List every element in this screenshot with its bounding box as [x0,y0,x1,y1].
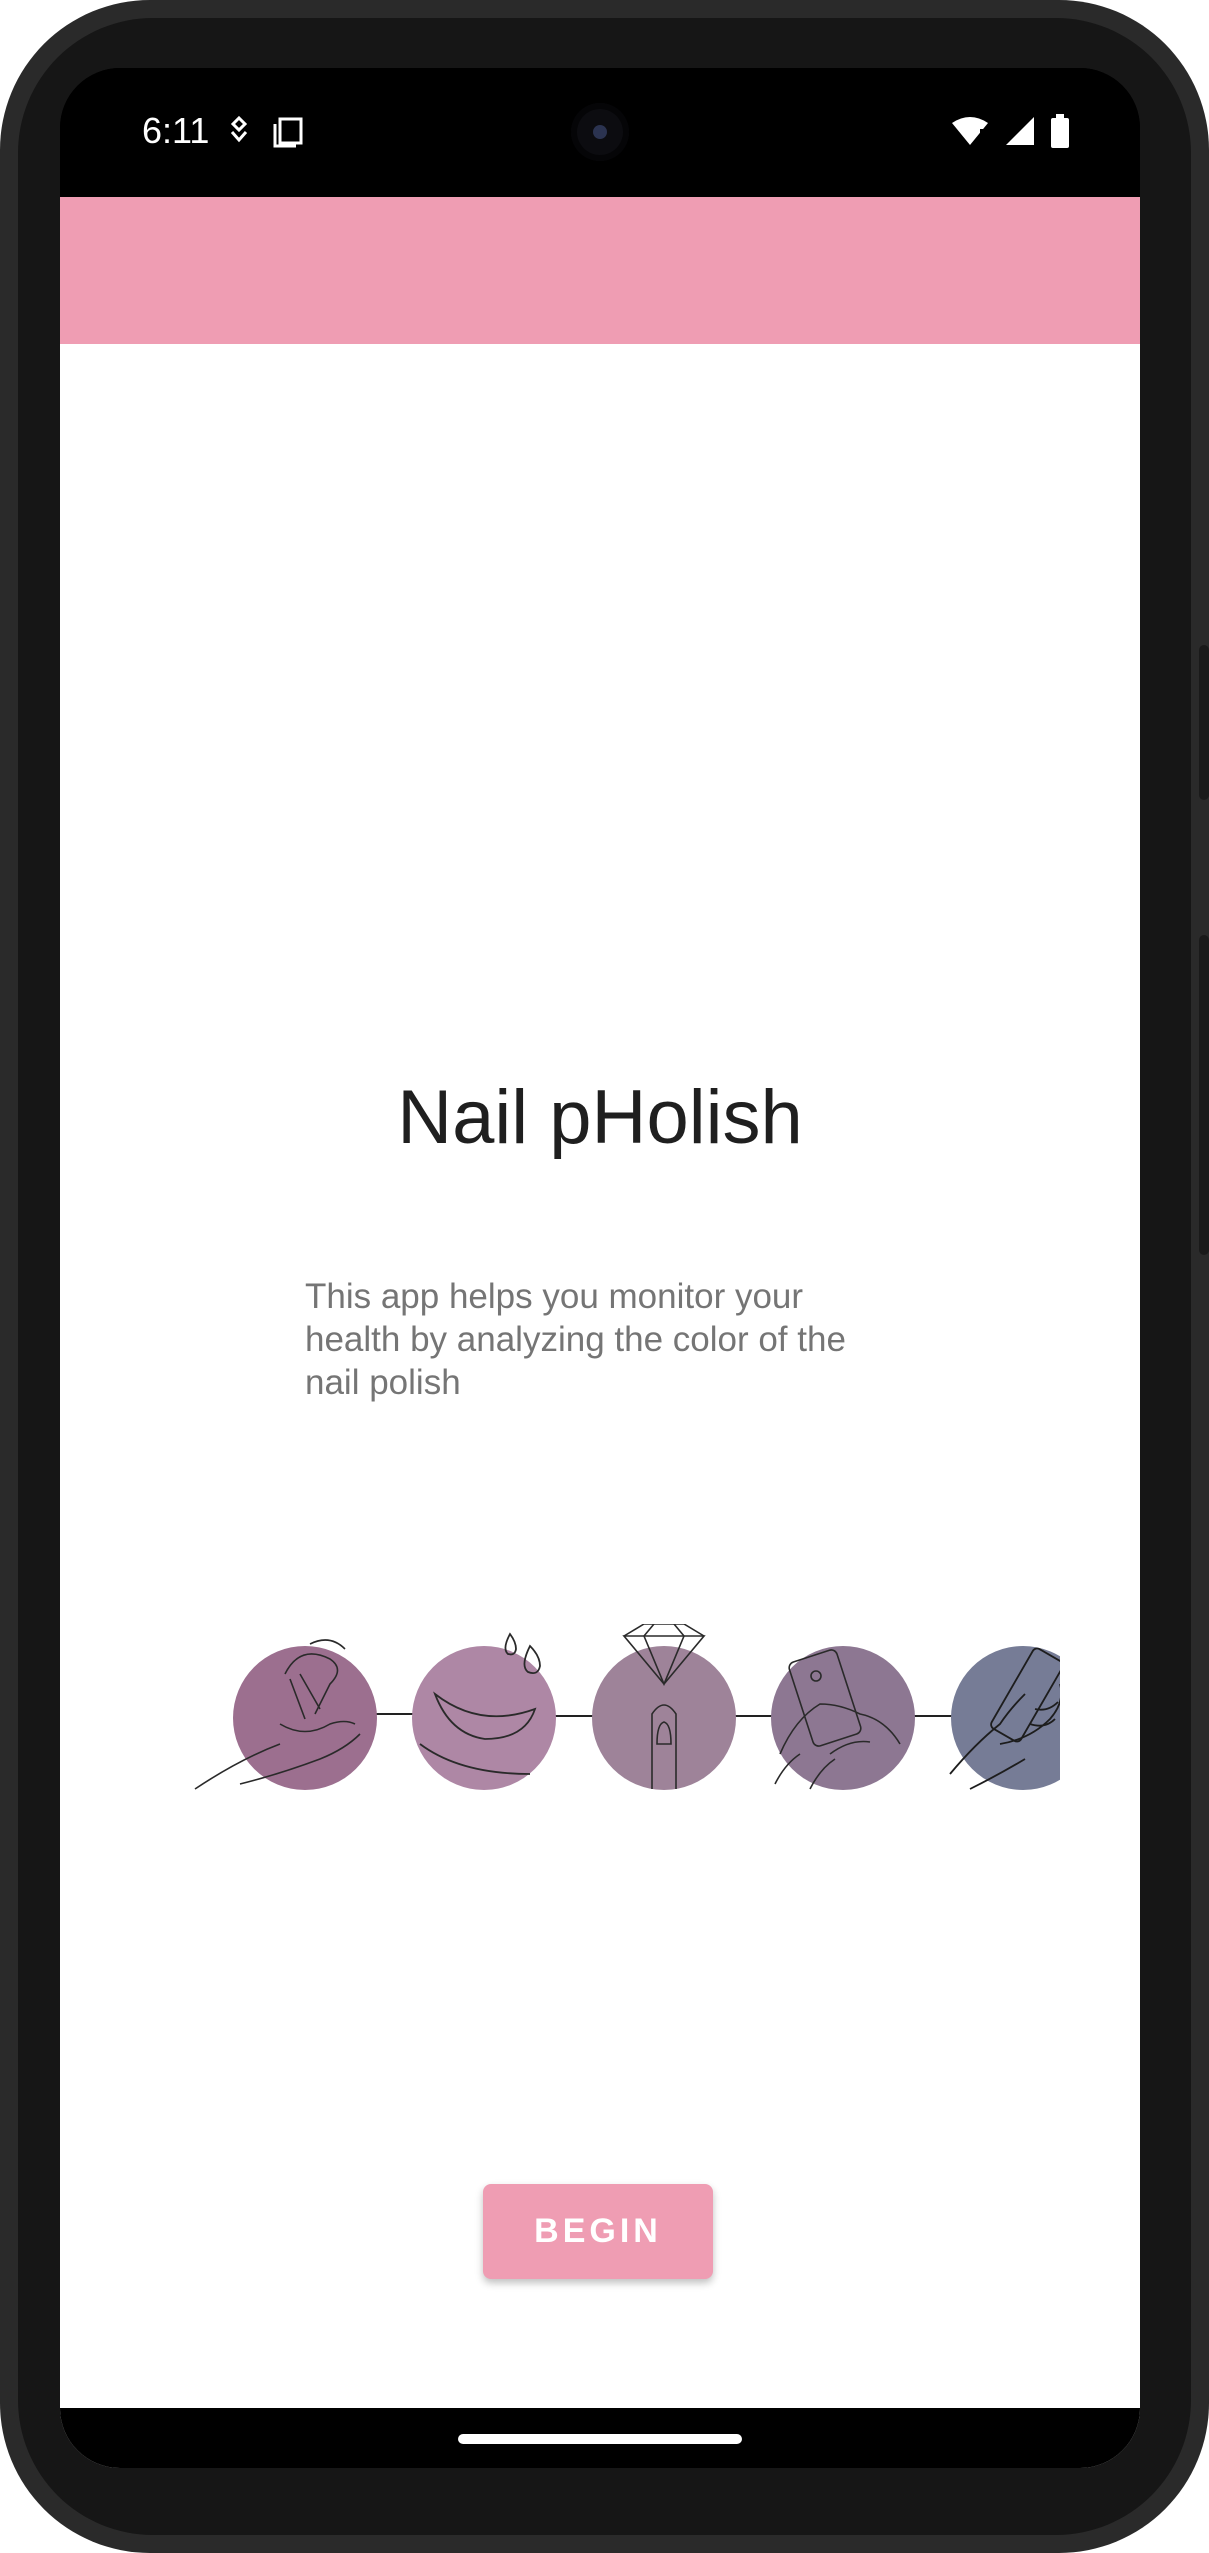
accessibility-icon [230,116,248,143]
battery-icon [1051,114,1069,148]
status-system-icons [950,114,1070,148]
home-gesture-handle[interactable] [458,2434,742,2444]
screenshot-icon [273,117,303,148]
page-title: Nail pHolish [397,1075,803,1160]
status-bar: 6:11 [60,68,1140,197]
app-bar [60,197,1140,344]
step-phone-scan [771,1646,915,1790]
status-time: 6:11 [142,110,210,151]
process-illustration [194,1624,1060,1790]
volume-button [1199,935,1209,1255]
navigation-bar [60,2408,1140,2468]
crystal-nail-icon [592,1646,736,1790]
power-button [1199,645,1209,800]
front-camera [571,103,629,161]
device-frame: 6:11 Nail pHolish This app helps you mon… [0,0,1209,2553]
wifi-icon [952,117,988,145]
begin-button[interactable]: BEGIN [483,2184,713,2279]
status-notification-icons [228,116,304,148]
step-hand-phone [949,1646,1060,1790]
signal-icon [1006,117,1034,145]
water-drops-icon [412,1646,556,1790]
app-description: This app helps you monitor your health b… [305,1277,846,1402]
step-crystal-nail [592,1624,736,1790]
main-content: Nail pHolish This app helps you monitor … [60,344,1140,2468]
screen: 6:11 Nail pHolish This app helps you mon… [60,68,1140,2468]
step-apply-polish [194,1639,377,1790]
phone-scan-icon [771,1646,915,1790]
step-water-drops [412,1632,556,1790]
hand-phone-icon [951,1646,1060,1790]
